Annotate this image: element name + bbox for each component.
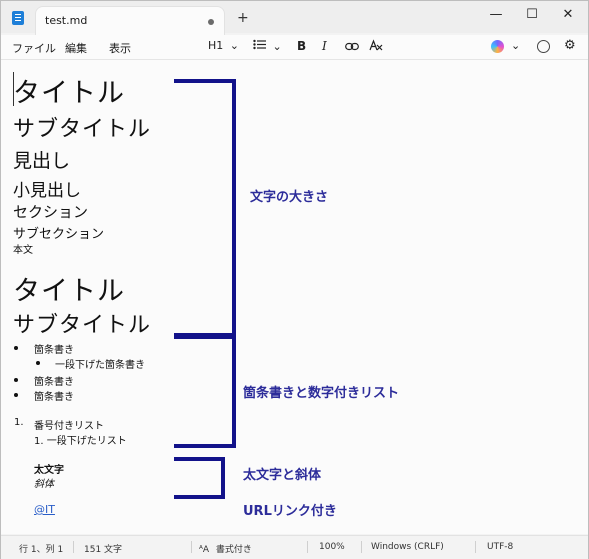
title-bar: test.md + — ☐ ✕ <box>1 1 588 35</box>
bullet-item: 箇条書き <box>34 345 74 356</box>
copilot-icon[interactable] <box>491 40 504 53</box>
minimize-button[interactable]: — <box>476 7 516 22</box>
number-marker: 1. <box>14 417 24 428</box>
url-link[interactable]: @IT <box>34 503 55 516</box>
notepad-app-icon <box>12 11 24 25</box>
doc-subtitle-2: サブタイトル <box>13 313 152 338</box>
new-tab-button[interactable]: + <box>237 10 249 26</box>
annotation-label-sizes: 文字の大きさ <box>250 190 329 205</box>
bullet-marker <box>14 393 18 397</box>
status-divider <box>307 541 308 553</box>
zoom-level[interactable]: 100% <box>319 542 345 552</box>
link-button[interactable] <box>345 41 359 54</box>
notepad-window: test.md + — ☐ ✕ ファイル 編集 表示 H1 ⌄ ⌄ B I ⌄ … <box>0 0 589 559</box>
unsaved-dot-icon[interactable] <box>208 19 214 25</box>
bold-button[interactable]: B <box>297 39 306 53</box>
bullet-item: 箇条書き <box>34 392 74 403</box>
heading-dropdown[interactable]: H1 ⌄ <box>208 39 239 52</box>
document-tab[interactable]: test.md <box>36 7 224 35</box>
clear-formatting-icon <box>369 39 383 51</box>
list-dropdown[interactable]: ⌄ <box>253 39 282 53</box>
status-divider <box>361 541 362 553</box>
doc-title: タイトル <box>13 78 125 109</box>
menu-edit[interactable]: 編集 <box>65 40 87 56</box>
annotation-bracket-emphasis <box>174 457 225 499</box>
numbered-item-nested: 1. 一段下げたリスト <box>34 436 127 447</box>
bold-text: 太文字 <box>34 465 64 476</box>
bullet-marker <box>14 378 18 382</box>
doc-subheading: 小見出し <box>13 181 81 201</box>
tab-title: test.md <box>45 14 88 27</box>
settings-gear-icon[interactable]: ⚙ <box>564 38 576 53</box>
doc-body: 本文 <box>13 245 33 256</box>
status-divider <box>191 541 192 553</box>
annotation-label-link: URLリンク付き <box>243 504 337 519</box>
status-divider <box>475 541 476 553</box>
link-icon <box>345 42 359 51</box>
clear-formatting-button[interactable] <box>369 39 383 55</box>
menu-view[interactable]: 表示 <box>109 40 131 56</box>
close-button[interactable]: ✕ <box>548 7 588 22</box>
doc-subtitle: サブタイトル <box>13 117 152 142</box>
character-count: 151 文字 <box>84 545 123 555</box>
chevron-down-icon: ⌄ <box>229 39 239 52</box>
doc-subsection: サブセクション <box>13 227 105 242</box>
italic-button[interactable]: I <box>322 39 327 53</box>
menu-file[interactable]: ファイル <box>12 40 56 56</box>
annotation-bracket-sizes <box>174 79 236 337</box>
annotation-label-emphasis: 太文字と斜体 <box>243 468 322 483</box>
numbered-item: 番号付きリスト <box>34 421 104 432</box>
bulleted-list-icon <box>253 39 266 50</box>
font-size-icon: ᴬA <box>199 545 210 555</box>
account-avatar[interactable] <box>537 40 550 53</box>
cursor-position: 行 1、列 1 <box>19 545 64 555</box>
bullet-item-nested: 一段下げた箇条書き <box>55 360 145 371</box>
annotation-bracket-lists <box>174 335 236 448</box>
encoding[interactable]: UTF-8 <box>487 542 513 552</box>
chevron-down-icon[interactable]: ⌄ <box>511 39 520 52</box>
chevron-down-icon: ⌄ <box>272 40 282 53</box>
maximize-button[interactable]: ☐ <box>512 7 552 22</box>
heading-label: H1 <box>208 39 224 52</box>
doc-heading: 見出し <box>13 150 71 172</box>
italic-text: 斜体 <box>34 479 54 490</box>
bullet-item: 箇条書き <box>34 377 74 388</box>
format-toggle[interactable]: ᴬA 書式付き <box>199 542 252 555</box>
format-label: 書式付き <box>215 545 252 555</box>
doc-title-2: タイトル <box>13 276 125 307</box>
annotation-label-lists: 箇条書きと数字付きリスト <box>243 386 400 401</box>
line-ending[interactable]: Windows (CRLF) <box>371 542 444 552</box>
bullet-marker <box>36 361 40 365</box>
bullet-marker <box>14 346 18 350</box>
status-divider <box>73 541 74 553</box>
doc-section: セクション <box>13 203 89 221</box>
status-bar: 行 1、列 1 151 文字 ᴬA 書式付き 100% Windows (CRL… <box>1 535 588 559</box>
